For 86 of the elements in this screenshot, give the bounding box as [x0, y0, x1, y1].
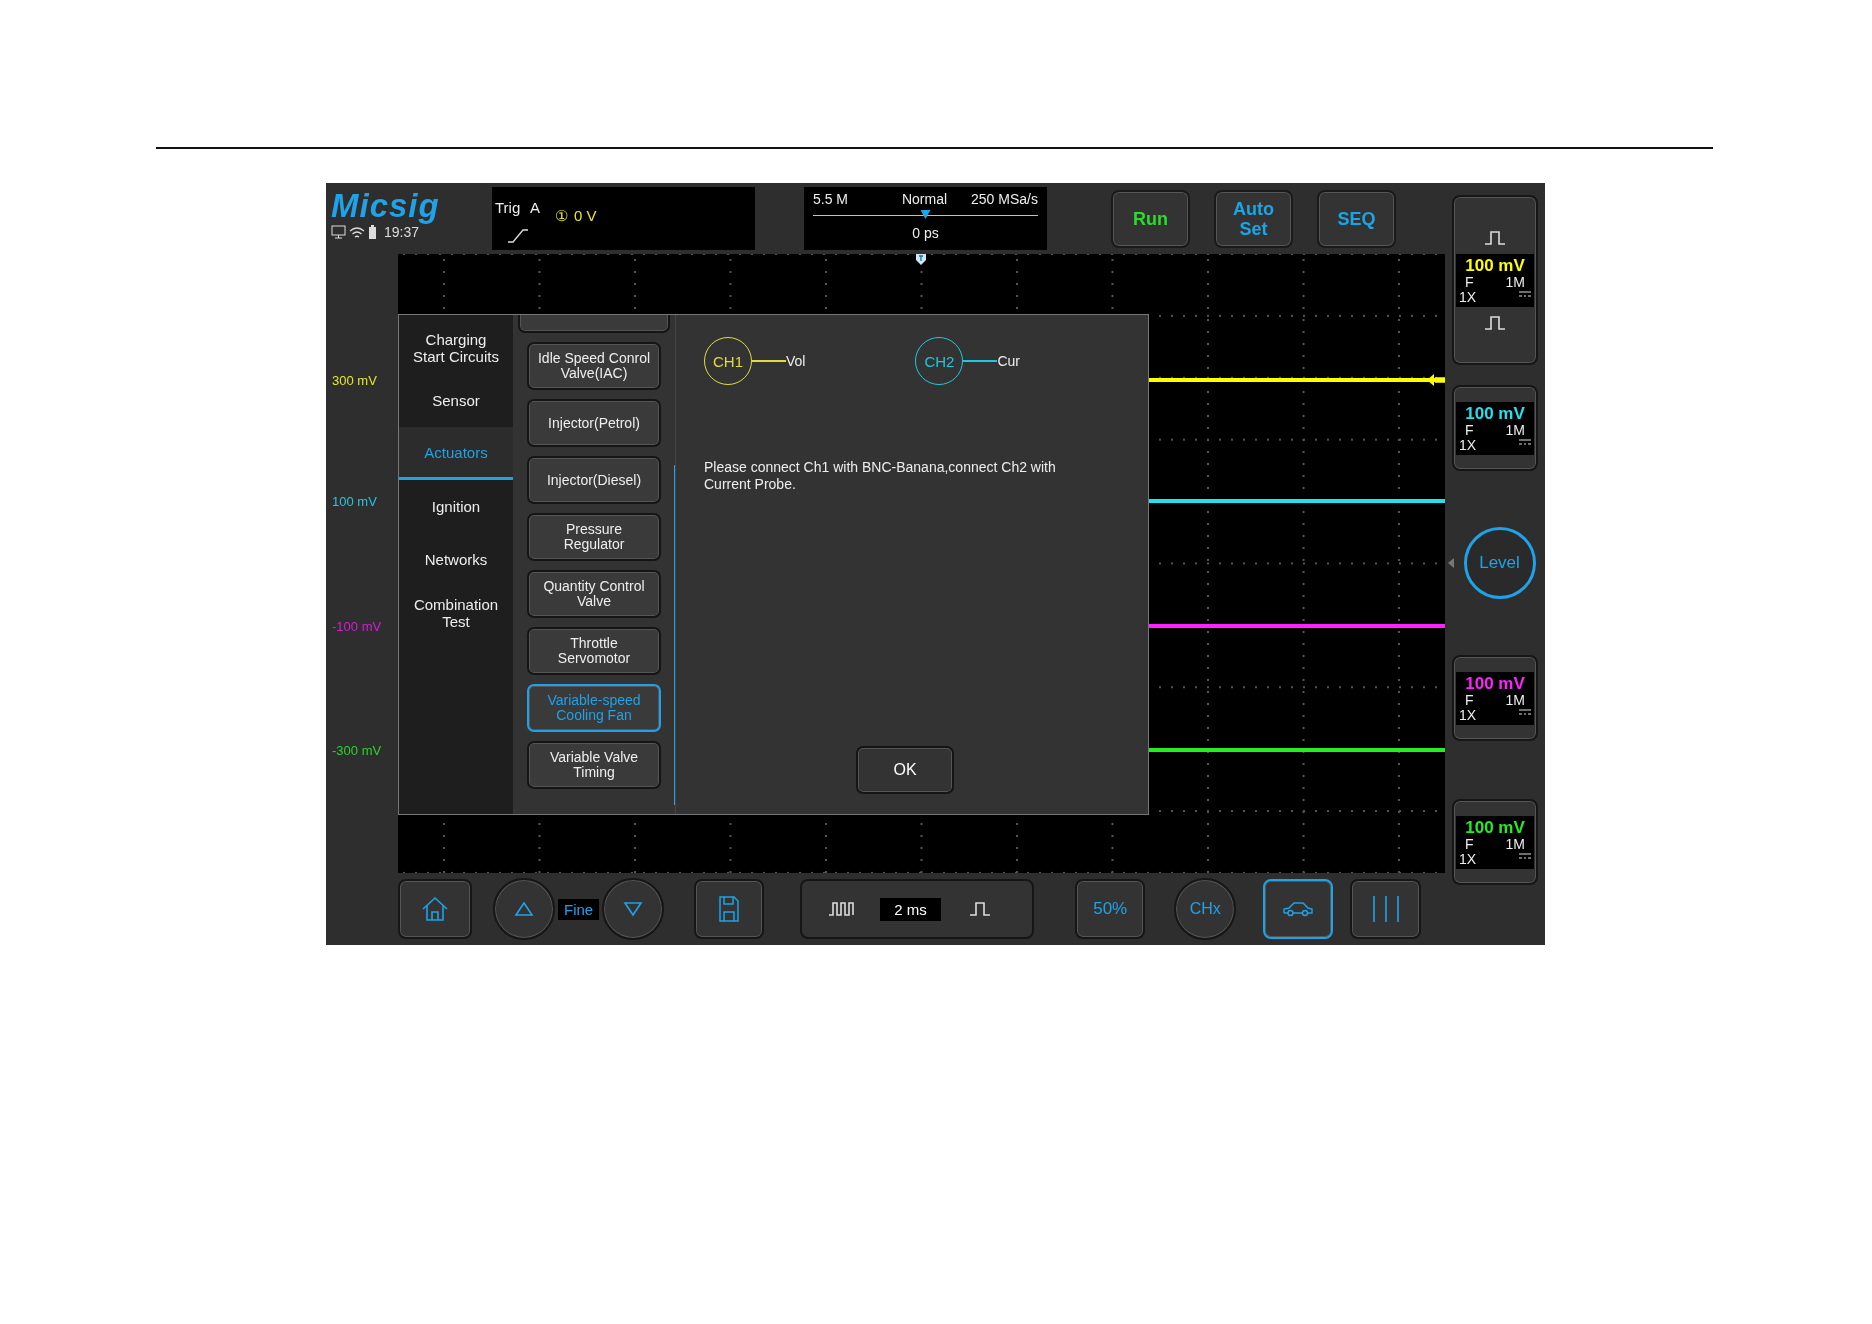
coupling-label: F	[1465, 836, 1474, 852]
timebase-label: 2 ms	[880, 897, 941, 921]
dc-coupling-icon	[1519, 289, 1531, 298]
signal-label: Cur	[997, 353, 1021, 369]
wifi-icon	[349, 225, 365, 239]
channel-readout: 100 mV F 1M 1X	[1456, 401, 1534, 455]
trigger-50-button[interactable]: 50%	[1075, 879, 1146, 939]
coupling-label: F	[1465, 274, 1474, 290]
vertical-bars-icon	[1370, 895, 1401, 923]
scale-label: -100 mV	[332, 618, 382, 634]
channel-readout: 100 mV F 1M 1X	[1456, 671, 1534, 725]
probe-wire	[963, 360, 998, 362]
impedance-label: 1M	[1505, 692, 1525, 708]
probe-label: 1X	[1459, 707, 1477, 723]
test-button[interactable]: Injector(Petrol)	[527, 399, 661, 447]
rising-edge-icon	[507, 227, 529, 243]
trigger-position-marker	[916, 254, 926, 265]
test-button[interactable]: Throttle Servomotor	[527, 627, 661, 675]
cursor-button[interactable]	[1350, 879, 1422, 939]
trigger-panel[interactable]: Trig A ① 0 V	[492, 187, 755, 250]
channel-button[interactable]: 100 mV F 1M 1X	[1452, 799, 1538, 885]
category-tab[interactable]: Combination Test	[399, 586, 513, 639]
coupling-label: F	[1465, 692, 1474, 708]
category-tab[interactable]: Sensor	[399, 374, 513, 427]
trigger-source: A	[530, 199, 540, 216]
test-button[interactable]	[518, 315, 670, 333]
scale-label: -300 mV	[332, 742, 382, 758]
automotive-button[interactable]	[1263, 879, 1334, 939]
trigger-level-marker	[1427, 373, 1445, 387]
caret-icon	[1448, 558, 1454, 568]
category-tab[interactable]: Actuators	[399, 427, 513, 480]
probe-label: 1X	[1459, 289, 1477, 305]
channel-button[interactable]: 100 mV F 1M 1X	[1452, 195, 1538, 365]
mode-button[interactable]: SEQ	[1317, 190, 1396, 248]
test-button[interactable]: Injector(Diesel)	[527, 456, 661, 504]
dc-coupling-icon	[1519, 437, 1531, 446]
impedance-label: 1M	[1505, 274, 1525, 290]
test-button[interactable]: Variable Valve Timing	[527, 741, 661, 789]
category-tab[interactable]: Charging Start Circuits	[399, 321, 513, 374]
instruction-text: Please connect Ch1 with BNC-Banana,connect Ch2 with Current Probe.	[704, 459, 1057, 493]
channel-select-button[interactable]: CHx	[1174, 878, 1237, 940]
coupling-label: F	[1465, 422, 1474, 438]
car-icon	[1282, 900, 1315, 918]
scale-label: 300 mV	[332, 372, 377, 388]
category-tab[interactable]: Networks	[399, 533, 513, 586]
impedance-label: 1M	[1505, 836, 1525, 852]
fine-label: Fine	[558, 898, 600, 920]
battery-icon	[368, 224, 377, 240]
test-button[interactable]: Pressure Regulator	[527, 513, 661, 561]
save-button[interactable]	[694, 879, 765, 939]
trigger-offset: 0 ps	[912, 225, 939, 241]
clock-time: 19:37	[384, 224, 420, 240]
ok-button[interactable]: OK	[856, 746, 954, 794]
trigger-channel: ①	[555, 207, 568, 225]
test-button[interactable]: Idle Speed Conrol Valve(IAC)	[527, 342, 661, 390]
memory-depth: 5.5 M	[813, 191, 848, 207]
test-button[interactable]: Variable-speed Cooling Fan	[527, 684, 661, 732]
level-button[interactable]: Level	[1463, 527, 1536, 599]
category-tab[interactable]: Ignition	[399, 480, 513, 533]
channel-readout: 100 mV F 1M 1X	[1456, 815, 1534, 869]
dc-coupling-icon	[1519, 707, 1531, 716]
home-icon	[421, 896, 449, 922]
test-button[interactable]: Quantity Control Valve	[527, 570, 661, 618]
up-triangle-icon	[514, 901, 534, 917]
channel-button[interactable]: 100 mV F 1M 1X	[1452, 385, 1538, 471]
trigger-label: Trig	[495, 199, 521, 216]
brand-logo: Micsig	[331, 188, 441, 224]
scale-label: 100 mV	[332, 493, 377, 509]
signal-label: Vol	[786, 353, 806, 369]
sample-rate: 250 MSa/s	[971, 191, 1038, 207]
pulse-train-icon	[827, 899, 856, 919]
home-button[interactable]	[398, 879, 472, 939]
impedance-label: 1M	[1505, 422, 1525, 438]
dc-coupling-icon	[1519, 851, 1531, 860]
monitor-icon	[331, 225, 346, 239]
mode-button[interactable]: Run	[1111, 190, 1190, 248]
acquire-mode: Normal	[901, 191, 948, 207]
probe-label: 1X	[1459, 437, 1477, 453]
channel-readout: 100 mV F 1M 1X	[1456, 253, 1534, 307]
probe-wire	[752, 360, 786, 362]
down-triangle-icon	[623, 901, 644, 917]
save-icon	[718, 895, 741, 923]
trigger-level: 0 V	[574, 207, 597, 224]
probe-label: 1X	[1459, 851, 1477, 867]
mode-button[interactable]: Auto Set	[1214, 190, 1293, 248]
channel-button[interactable]: 100 mV F 1M 1X	[1452, 655, 1538, 741]
